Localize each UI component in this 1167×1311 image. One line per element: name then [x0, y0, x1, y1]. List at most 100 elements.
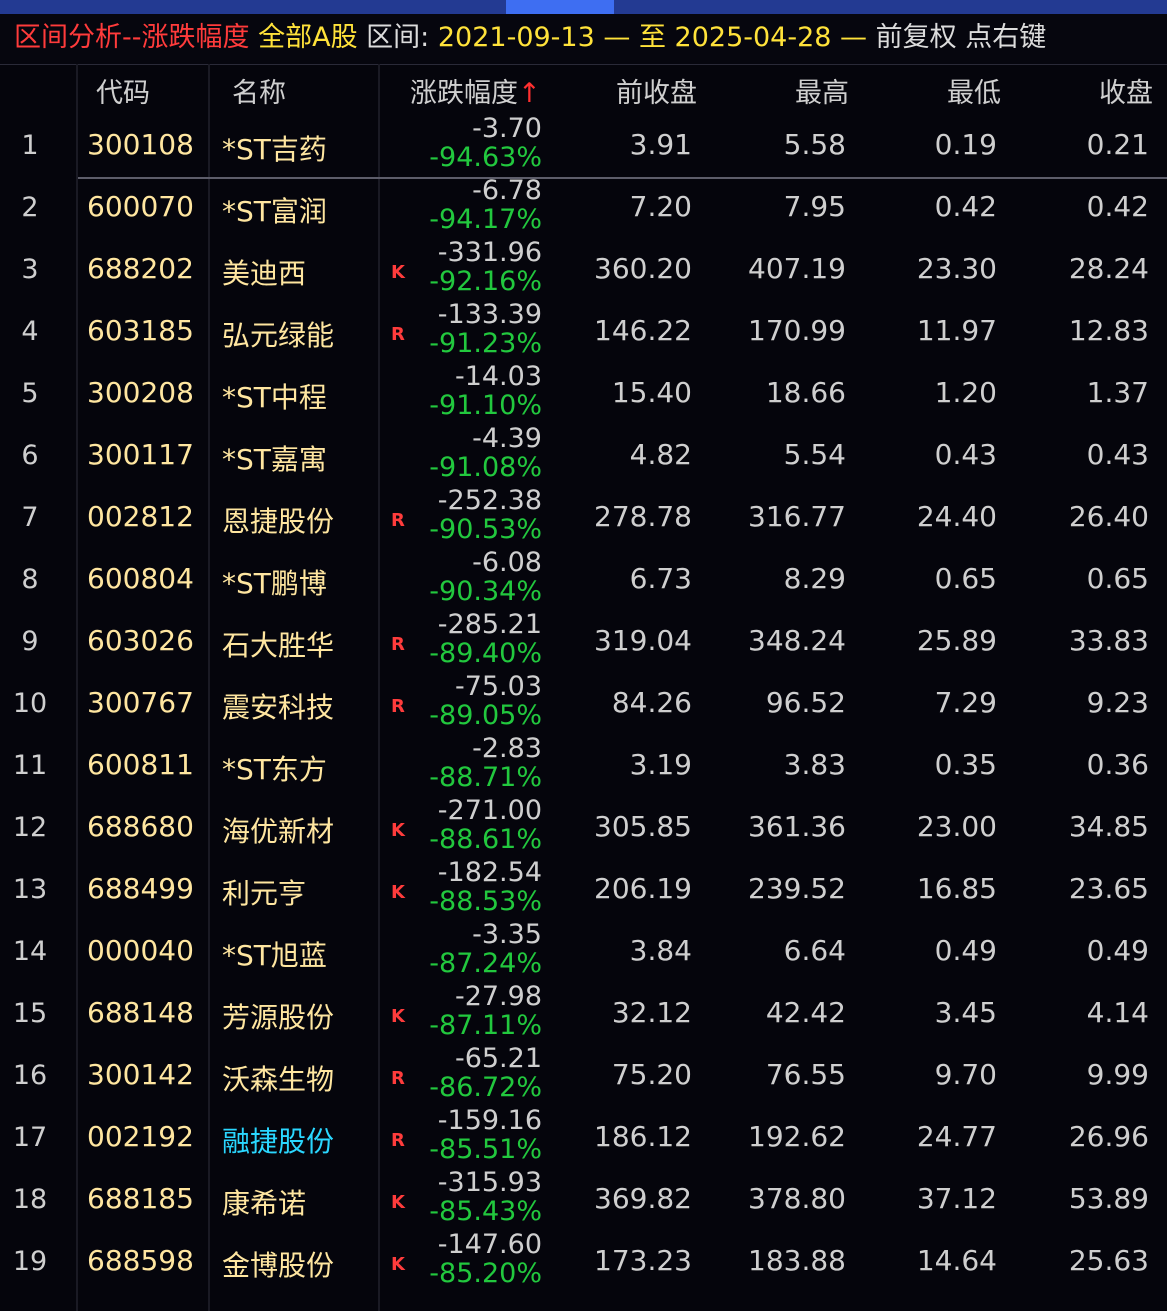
active-tab-indicator[interactable] [506, 0, 614, 14]
row-index: 15 [12, 998, 48, 1029]
stock-name: 康希诺 [222, 1187, 307, 1220]
prev-close: 305.85 [594, 810, 692, 843]
table-row[interactable]: 3 688202 美迪西 K -331.96 -92.16% 360.20 407.19 23.… [0, 238, 1167, 300]
high-price: 96.52 [765, 686, 846, 719]
table-row[interactable]: 12 688680 海优新材 K -271.00 -88.61% 305.85 361.36 2… [0, 796, 1167, 858]
prev-close: 206.19 [594, 872, 692, 905]
prev-close: 6.73 [629, 562, 692, 595]
change-percent: -92.16% [429, 266, 542, 297]
low-price: 3.45 [934, 996, 997, 1029]
stock-name: *ST嘉寓 [222, 443, 327, 476]
title-date-range[interactable]: 2021-09-13 — 至 2025-04-28 — [438, 22, 867, 53]
table-row[interactable]: 17 002192 融捷股份 R -159.16 -85.51% 186.12 192.62 2… [0, 1106, 1167, 1168]
selected-row-underline [78, 177, 1167, 179]
margin-flag-icon: K [391, 1254, 405, 1275]
table-row[interactable]: 2 600070 *ST富润 -6.78 -94.17% 7.20 7.95 0.42 0.42 [0, 176, 1167, 238]
stock-name: *ST富润 [222, 195, 327, 228]
row-index: 5 [21, 378, 39, 409]
margin-flag-icon: R [391, 324, 405, 345]
close-price: 0.36 [1086, 748, 1149, 781]
table-row[interactable]: 16 300142 沃森生物 R -65.21 -86.72% 75.20 76.55 9.70… [0, 1044, 1167, 1106]
low-price: 11.97 [916, 314, 997, 347]
high-price: 183.88 [748, 1244, 846, 1277]
low-price: 0.42 [934, 190, 997, 223]
change-amount: -159.16 [437, 1105, 542, 1136]
close-price: 9.99 [1086, 1058, 1149, 1091]
stock-code: 688202 [87, 252, 194, 285]
stock-code: 002812 [87, 500, 194, 533]
title-range-label: 区间: [366, 22, 430, 53]
column-header-prev-close[interactable]: 前收盘 [616, 71, 697, 110]
prev-close: 186.12 [594, 1120, 692, 1153]
stock-name: *ST鹏博 [222, 567, 327, 600]
table-row[interactable]: 15 688148 芳源股份 K -27.98 -87.11% 32.12 42.42 3.45… [0, 982, 1167, 1044]
high-price: 192.62 [748, 1120, 846, 1153]
prev-close: 75.20 [611, 1058, 692, 1091]
table-row[interactable]: 5 300208 *ST中程 -14.03 -91.10% 15.40 18.66 1.20 1… [0, 362, 1167, 424]
high-price: 42.42 [765, 996, 846, 1029]
stock-name: 震安科技 [222, 691, 335, 724]
row-index: 18 [12, 1184, 48, 1215]
column-header-high[interactable]: 最高 [795, 71, 849, 110]
high-price: 316.77 [748, 500, 846, 533]
row-index: 11 [12, 750, 48, 781]
stock-code: 603026 [87, 624, 194, 657]
title-market[interactable]: 全部A股 [258, 22, 357, 53]
table-row[interactable]: 19 688598 金博股份 K -147.60 -85.20% 173.23 183.88 1… [0, 1230, 1167, 1292]
stock-code: 688148 [87, 996, 194, 1029]
change-percent: -94.63% [429, 142, 542, 173]
stock-name: 美迪西 [222, 257, 307, 290]
high-price: 8.29 [783, 562, 846, 595]
close-price: 33.83 [1068, 624, 1149, 657]
table-row[interactable]: 7 002812 恩捷股份 R -252.38 -90.53% 278.78 316.77 24… [0, 486, 1167, 548]
prev-close: 32.12 [611, 996, 692, 1029]
high-price: 7.95 [783, 190, 846, 223]
prev-close: 278.78 [594, 500, 692, 533]
table-row[interactable]: 13 688499 利元亨 K -182.54 -88.53% 206.19 239.52 16… [0, 858, 1167, 920]
stock-code: 002192 [87, 1120, 194, 1153]
table-row[interactable]: 8 600804 *ST鹏博 -6.08 -90.34% 6.73 8.29 0.65 0.65 [0, 548, 1167, 610]
column-header-code[interactable]: 代码 [96, 71, 150, 110]
table-row[interactable]: 14 000040 *ST旭蓝 -3.35 -87.24% 3.84 6.64 0.49 0.4… [0, 920, 1167, 982]
close-price: 0.21 [1086, 128, 1149, 161]
change-percent: -94.17% [429, 204, 542, 235]
close-price: 34.85 [1068, 810, 1149, 843]
column-header-low[interactable]: 最低 [947, 71, 1001, 110]
stock-name: 金博股份 [222, 1249, 335, 1282]
change-amount: -3.35 [472, 919, 542, 950]
close-price: 12.83 [1068, 314, 1149, 347]
stock-code: 300208 [87, 376, 194, 409]
stock-code: 600811 [87, 748, 194, 781]
high-price: 407.19 [748, 252, 846, 285]
table-row[interactable]: 10 300767 震安科技 R -75.03 -89.05% 84.26 96.52 7.29… [0, 672, 1167, 734]
table-row[interactable]: 11 600811 *ST东方 -2.83 -88.71% 3.19 3.83 0.35 0.3… [0, 734, 1167, 796]
prev-close: 369.82 [594, 1182, 692, 1215]
stock-code: 600804 [87, 562, 194, 595]
change-percent: -91.10% [429, 390, 542, 421]
stock-name: 利元亨 [222, 877, 307, 910]
high-price: 361.36 [748, 810, 846, 843]
close-price: 1.37 [1086, 376, 1149, 409]
change-percent: -87.11% [429, 1010, 542, 1041]
column-header-name[interactable]: 名称 [232, 71, 286, 110]
column-header-change[interactable]: 涨跌幅度↑ [410, 71, 541, 110]
close-price: 25.63 [1068, 1244, 1149, 1277]
high-price: 6.64 [783, 934, 846, 967]
table-row[interactable]: 18 688185 康希诺 K -315.93 -85.43% 369.82 378.80 37… [0, 1168, 1167, 1230]
column-header-close[interactable]: 收盘 [1099, 71, 1153, 110]
change-percent: -90.34% [429, 576, 542, 607]
table-row[interactable]: 6 300117 *ST嘉寓 -4.39 -91.08% 4.82 5.54 0.43 0.43 [0, 424, 1167, 486]
change-amount: -65.21 [454, 1043, 542, 1074]
table-row[interactable]: 1 300108 *ST吉药 -3.70 -94.63% 3.91 5.58 0.19 0.21 [0, 114, 1167, 176]
change-percent: -91.08% [429, 452, 542, 483]
change-percent: -88.53% [429, 886, 542, 917]
prev-close: 3.91 [629, 128, 692, 161]
row-index: 19 [12, 1246, 48, 1277]
title-adjust-mode[interactable]: 前复权 点右键 [876, 22, 1047, 53]
close-price: 26.96 [1068, 1120, 1149, 1153]
stock-code: 603185 [87, 314, 194, 347]
table-row[interactable]: 9 603026 石大胜华 R -285.21 -89.40% 319.04 348.24 25… [0, 610, 1167, 672]
close-price: 53.89 [1068, 1182, 1149, 1215]
table-row[interactable]: 4 603185 弘元绿能 R -133.39 -91.23% 146.22 170.99 11… [0, 300, 1167, 362]
prev-close: 3.84 [629, 934, 692, 967]
